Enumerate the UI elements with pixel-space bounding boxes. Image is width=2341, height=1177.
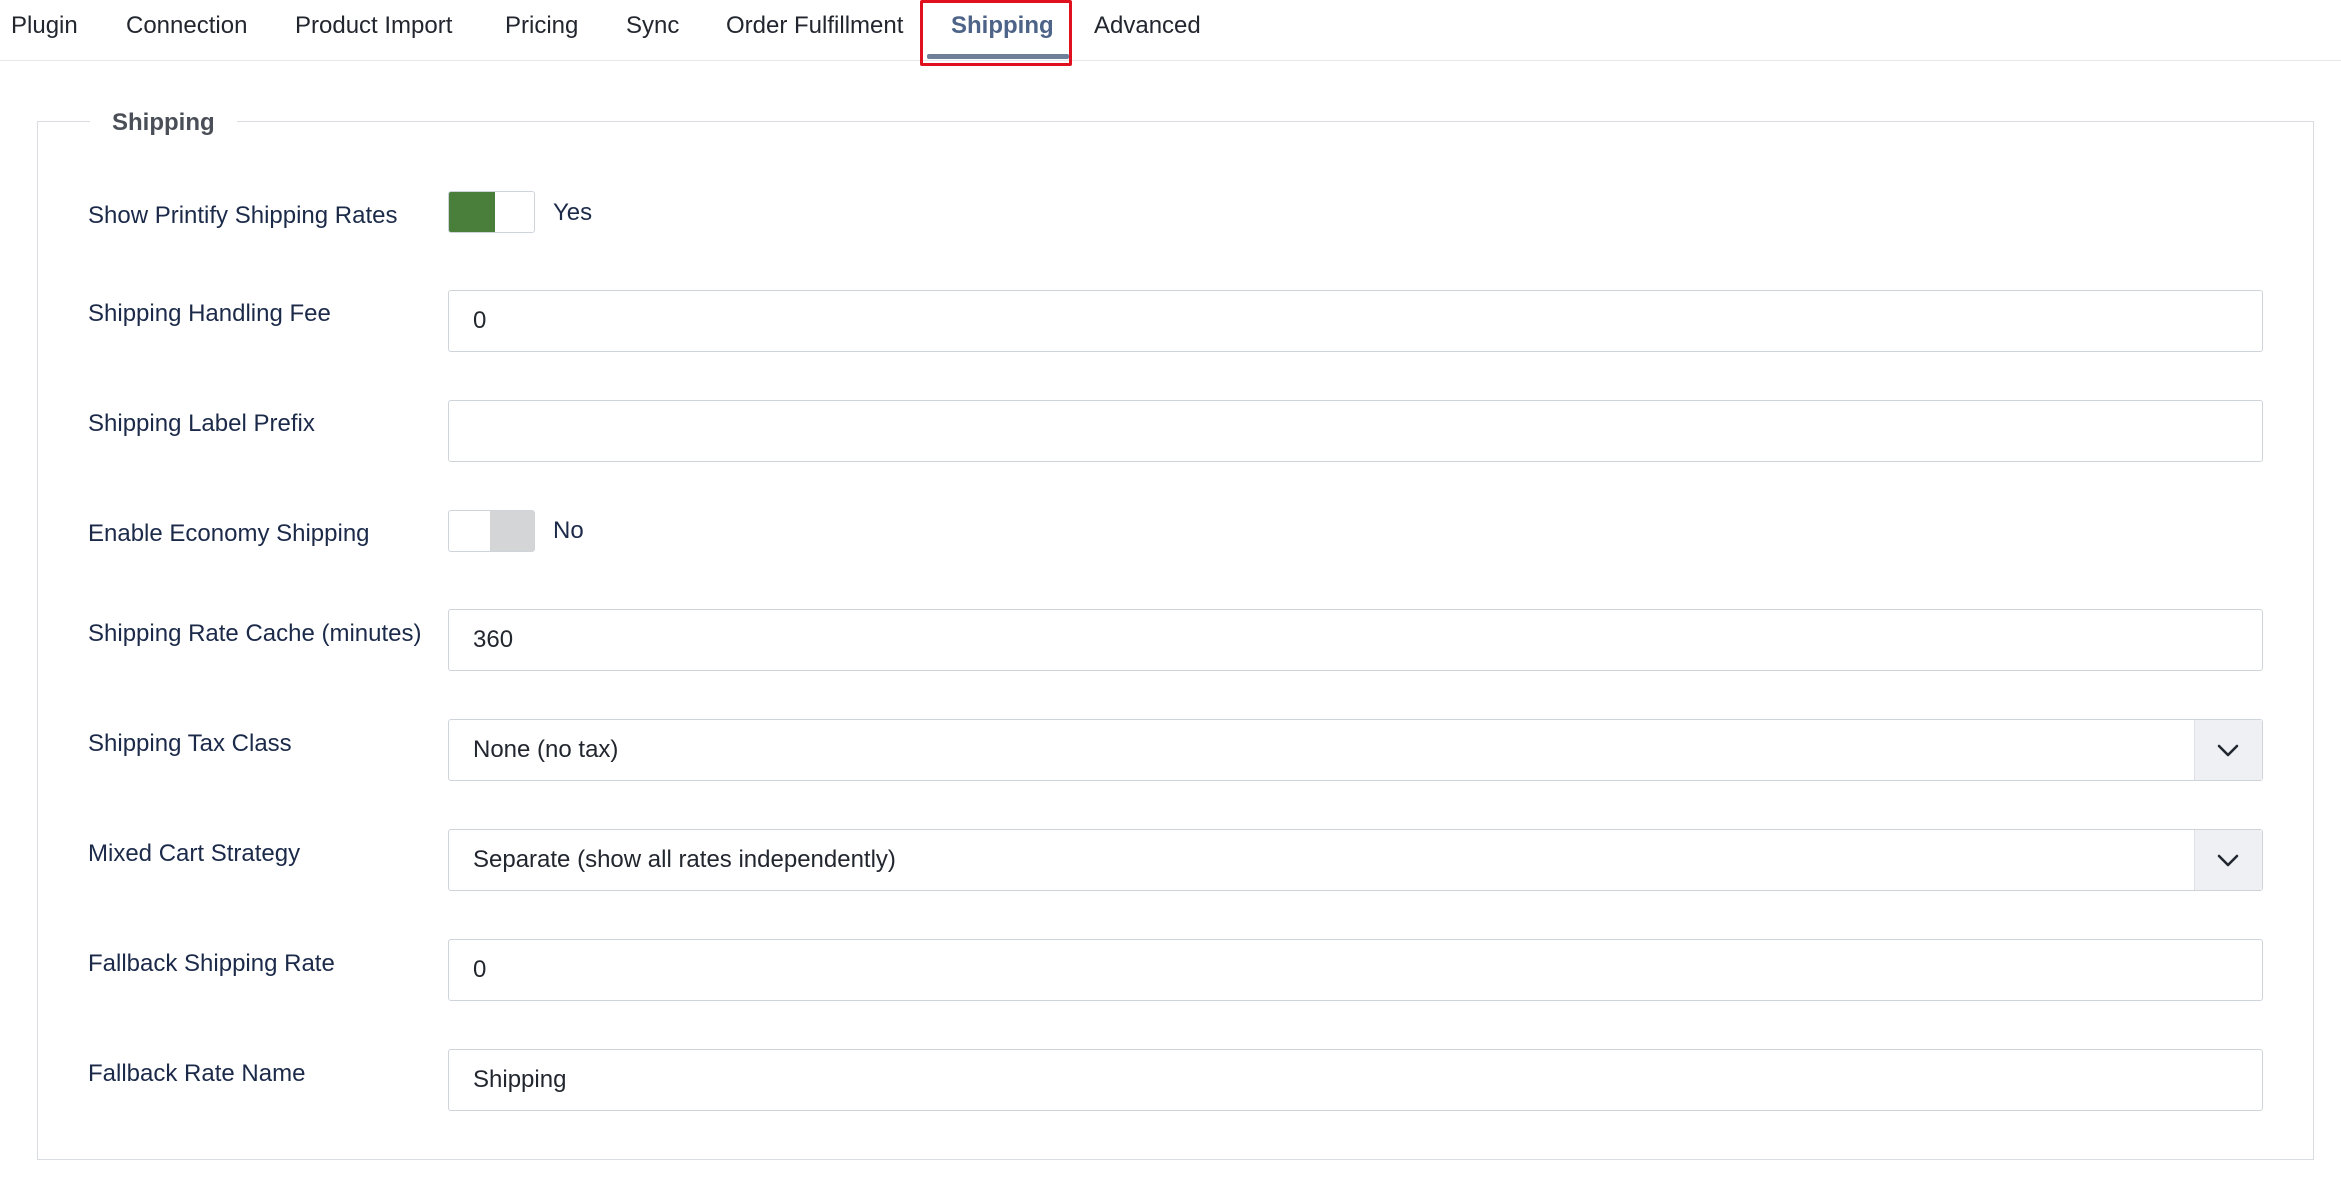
show-rates-label: Show Printify Shipping Rates [88, 202, 398, 229]
fallback-name-input[interactable] [448, 1049, 2263, 1111]
tab-product-import[interactable]: Product Import [295, 0, 452, 60]
economy-shipping-state: No [553, 517, 584, 544]
chevron-down-icon [2217, 854, 2239, 867]
tab-highlight-box [920, 0, 1072, 66]
mixed-cart-value: Separate (show all rates independently) [473, 846, 896, 873]
economy-shipping-toggle[interactable] [448, 510, 535, 552]
show-rates-state: Yes [553, 199, 593, 226]
tab-advanced[interactable]: Advanced [1094, 0, 1201, 60]
tax-class-value: None (no tax) [473, 736, 619, 763]
tax-class-select[interactable]: None (no tax) [448, 719, 2263, 781]
fallback-rate-label: Fallback Shipping Rate [88, 950, 335, 977]
label-prefix-input[interactable] [448, 400, 2263, 462]
tax-class-label: Shipping Tax Class [88, 730, 292, 757]
fallback-name-label: Fallback Rate Name [88, 1060, 306, 1087]
tax-class-dropdown-toggle[interactable] [2194, 720, 2262, 780]
tab-pricing[interactable]: Pricing [505, 0, 578, 60]
show-rates-toggle[interactable] [448, 191, 535, 233]
fallback-rate-input[interactable] [448, 939, 2263, 1001]
tab-connection[interactable]: Connection [126, 0, 247, 60]
rate-cache-input[interactable] [448, 609, 2263, 671]
mixed-cart-select[interactable]: Separate (show all rates independently) [448, 829, 2263, 891]
mixed-cart-dropdown-toggle[interactable] [2194, 830, 2262, 890]
settings-tab-bar: Plugin Connection Product Import Pricing… [0, 0, 2341, 61]
tab-sync[interactable]: Sync [626, 0, 679, 60]
label-prefix-label: Shipping Label Prefix [88, 410, 315, 437]
rate-cache-label: Shipping Rate Cache (minutes) [88, 620, 422, 647]
handling-fee-input[interactable] [448, 290, 2263, 352]
economy-shipping-label: Enable Economy Shipping [88, 520, 370, 547]
toggle-off-indicator [490, 511, 534, 551]
chevron-down-icon [2217, 744, 2239, 757]
mixed-cart-label: Mixed Cart Strategy [88, 840, 301, 867]
tab-plugin[interactable]: Plugin [11, 0, 78, 60]
handling-fee-label: Shipping Handling Fee [88, 300, 331, 327]
toggle-on-indicator [449, 192, 495, 232]
tab-order-fulfillment[interactable]: Order Fulfillment [726, 0, 903, 60]
fieldset-legend: Shipping [90, 106, 237, 140]
